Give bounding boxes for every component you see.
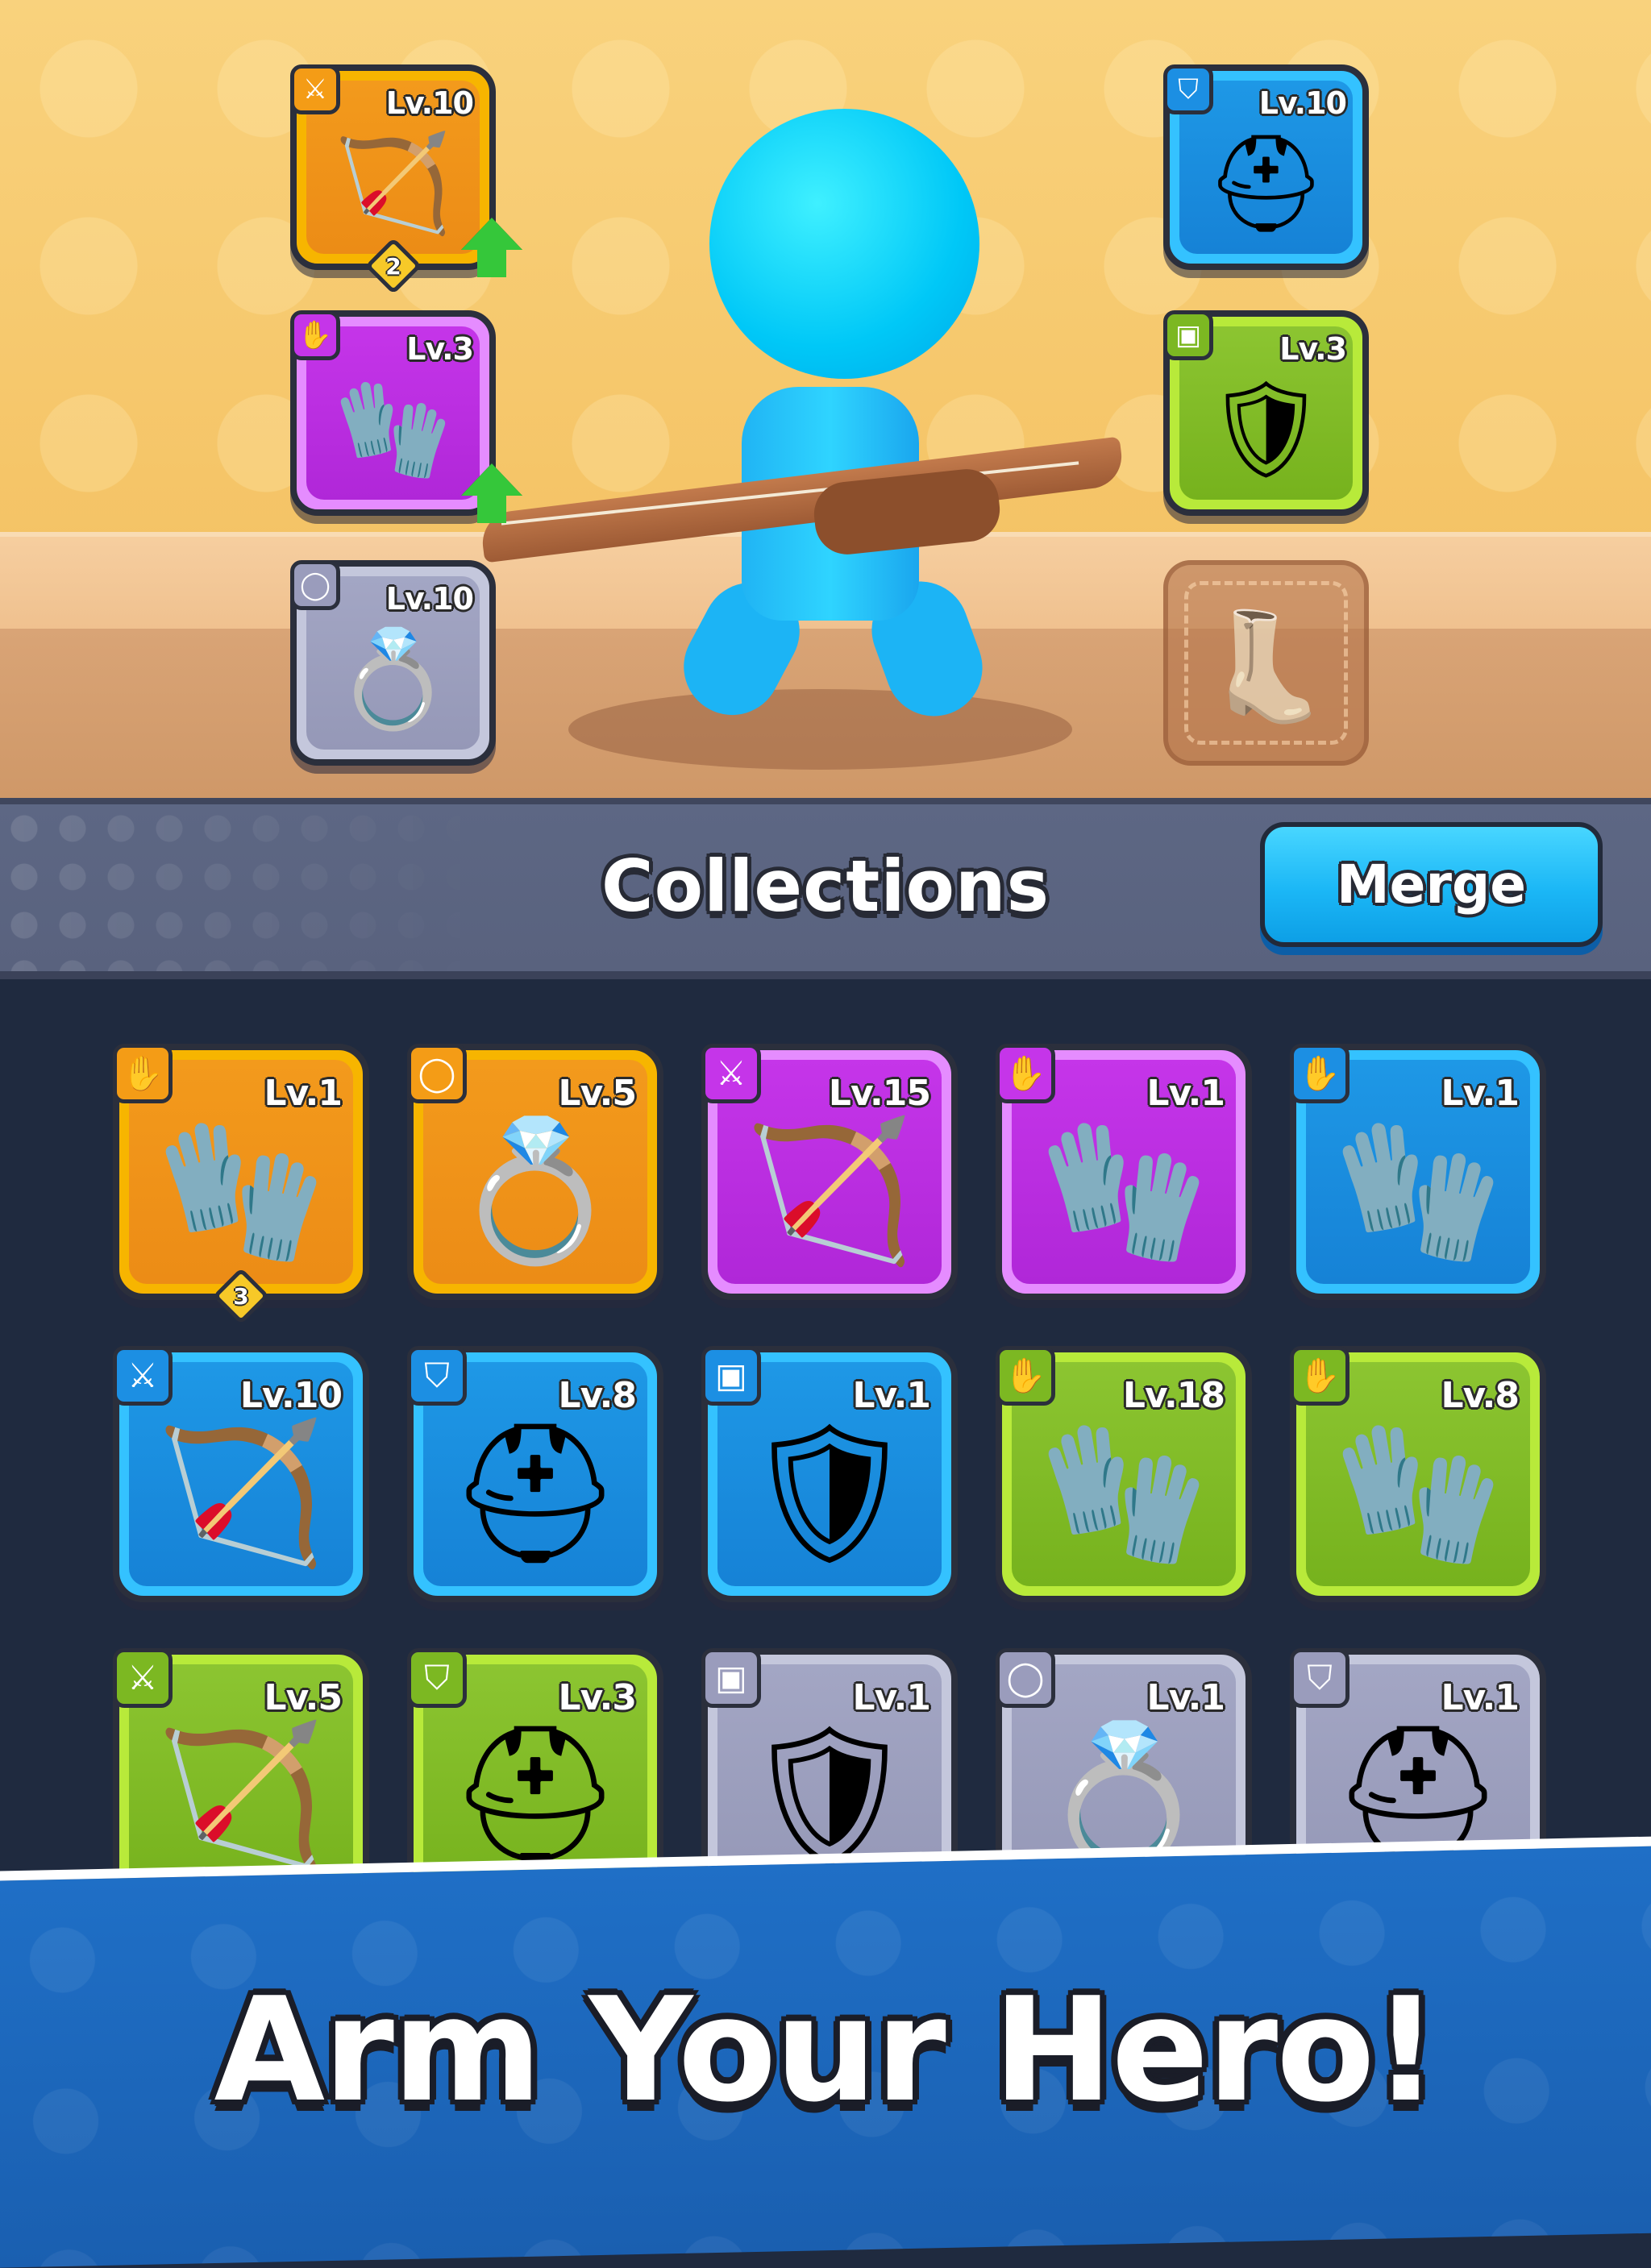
category-tag-icon: ✋ — [1290, 1346, 1349, 1406]
merge-button-label: Merge — [1337, 854, 1526, 916]
count-badge-value: 3 — [233, 1282, 249, 1310]
glove-icon: 🧤 — [1038, 1111, 1209, 1272]
item-level-label: Lv.15 — [828, 1073, 931, 1114]
category-tag-icon: ⛉ — [407, 1346, 467, 1406]
category-tag-icon: ◯ — [996, 1648, 1055, 1708]
category-tag-icon: ◯ — [407, 1044, 467, 1103]
category-tag-icon: ⛉ — [1163, 64, 1213, 114]
item-level-label: Lv.1 — [1441, 1073, 1520, 1114]
item-level-label: Lv.10 — [1258, 85, 1347, 121]
hero-scene — [0, 0, 1651, 798]
item-level-label: Lv.10 — [385, 85, 474, 121]
banner-headline: Arm Your Hero! — [214, 1967, 1438, 2133]
item-level-label: Lv.10 — [385, 581, 474, 617]
collection-item-card[interactable]: 🧤 ✋ Lv.1 3 — [113, 1044, 369, 1325]
equipped-helmet-slot[interactable]: ⛑ ⛉ Lv.10 — [1163, 64, 1369, 270]
category-tag-icon: ▣ — [701, 1346, 761, 1406]
armor-icon: 🛡 — [742, 1414, 917, 1574]
collection-item-card[interactable]: 🧤 ✋ Lv.8 — [1290, 1346, 1546, 1602]
item-level-label: Lv.18 — [1122, 1375, 1225, 1416]
collection-item-card[interactable]: 🧤 ✋ Lv.1 — [996, 1044, 1252, 1300]
glove-icon: 🧤 — [1333, 1414, 1503, 1574]
bow-icon: 🏹 — [334, 127, 452, 239]
item-level-label: Lv.3 — [558, 1677, 637, 1718]
boot-icon: 👢 — [1200, 604, 1332, 728]
bow-icon: 🏹 — [744, 1111, 915, 1272]
collection-item-card[interactable]: 🧤 ✋ Lv.18 — [996, 1346, 1252, 1602]
item-level-label: Lv.1 — [1146, 1073, 1225, 1114]
equipped-ring-slot[interactable]: 💍 ◯ Lv.10 — [290, 560, 496, 766]
armor-icon: 🛡 — [742, 1716, 917, 1874]
collection-item-card[interactable]: ⛑ ⛉ Lv.8 — [407, 1346, 663, 1602]
category-tag-icon: ✋ — [996, 1044, 1055, 1103]
glove-icon: 🧤 — [156, 1111, 326, 1272]
count-badge-value: 2 — [385, 252, 401, 280]
category-tag-icon: ✋ — [113, 1044, 173, 1103]
glove-icon: 🧤 — [334, 372, 452, 484]
bow-icon: 🏹 — [156, 1716, 326, 1874]
item-level-label: Lv.8 — [1441, 1375, 1520, 1416]
item-level-label: Lv.1 — [1146, 1677, 1225, 1718]
equipped-armor-slot[interactable]: 🛡 ▣ Lv.3 — [1163, 310, 1369, 516]
category-tag-icon: ⚔ — [290, 64, 340, 114]
item-level-label: Lv.10 — [239, 1375, 343, 1416]
ring-icon: 💍 — [450, 1111, 621, 1272]
category-tag-icon: ▣ — [1163, 310, 1213, 360]
ring-icon: 💍 — [334, 622, 452, 734]
bow-icon: 🏹 — [156, 1414, 326, 1574]
collection-item-card[interactable]: 🧤 ✋ Lv.1 — [1290, 1044, 1546, 1300]
item-level-label: Lv.3 — [406, 331, 474, 367]
boots-slot-empty[interactable]: 👢 — [1163, 560, 1369, 766]
helmet-icon: ⛑ — [1205, 127, 1327, 239]
ring-icon: 💍 — [1038, 1716, 1209, 1874]
merge-button[interactable]: Merge — [1260, 822, 1603, 947]
armor-icon: 🛡 — [1205, 372, 1327, 484]
category-tag-icon: ✋ — [996, 1346, 1055, 1406]
helmet-icon: ⛑ — [448, 1414, 622, 1574]
item-level-label: Lv.8 — [558, 1375, 637, 1416]
item-level-label: Lv.1 — [852, 1677, 931, 1718]
collection-item-card[interactable]: 🏹 ⚔ Lv.15 — [701, 1044, 958, 1300]
item-level-label: Lv.1 — [264, 1073, 343, 1114]
collection-item-card[interactable]: 🏹 ⚔ Lv.5 — [113, 1648, 369, 1874]
glove-icon: 🧤 — [1333, 1111, 1503, 1272]
collection-grid: 🧤 ✋ Lv.1 3 💍 ◯ Lv.5 🏹 ⚔ Lv.15 🧤 ✋ Lv.1 🧤 ✋ Lv.1 🏹 ⚔ Lv.10 ⛑… — [0, 979, 1651, 1874]
category-tag-icon: ⚔ — [701, 1044, 761, 1103]
glove-icon: 🧤 — [1038, 1414, 1209, 1574]
helmet-icon: ⛑ — [448, 1716, 622, 1874]
collection-item-card[interactable]: 💍 ◯ Lv.5 — [407, 1044, 663, 1300]
category-tag-icon: ⚔ — [113, 1346, 173, 1406]
item-level-label: Lv.5 — [558, 1073, 637, 1114]
item-level-label: Lv.3 — [1279, 331, 1347, 367]
category-tag-icon: ✋ — [290, 310, 340, 360]
collection-item-card[interactable]: ⛑ ⛉ Lv.3 — [407, 1648, 663, 1874]
collection-item-card[interactable]: 🛡 ▣ Lv.1 — [701, 1648, 958, 1874]
category-tag-icon: ▣ — [701, 1648, 761, 1708]
item-level-label: Lv.1 — [852, 1375, 931, 1416]
item-level-label: Lv.5 — [264, 1677, 343, 1718]
category-tag-icon: ✋ — [1290, 1044, 1349, 1103]
category-tag-icon: ⛉ — [407, 1648, 467, 1708]
hero-head — [709, 109, 979, 379]
collection-item-card[interactable]: 🏹 ⚔ Lv.10 — [113, 1346, 369, 1602]
item-level-label: Lv.1 — [1441, 1677, 1520, 1718]
category-tag-icon: ⛉ — [1290, 1648, 1349, 1708]
collection-item-card[interactable]: 💍 ◯ Lv.1 — [996, 1648, 1252, 1874]
hero-character[interactable] — [0, 0, 1651, 798]
category-tag-icon: ◯ — [290, 560, 340, 610]
collection-item-card[interactable]: 🛡 ▣ Lv.1 — [701, 1346, 958, 1602]
category-tag-icon: ⚔ — [113, 1648, 173, 1708]
